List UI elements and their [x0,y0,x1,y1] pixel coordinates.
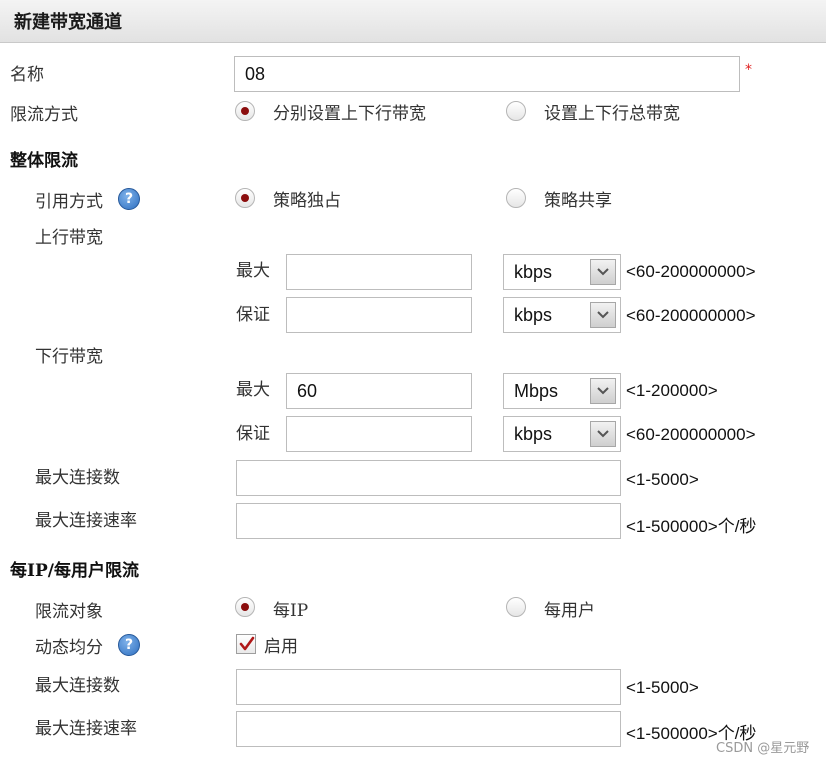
radio-separate-bandwidth[interactable] [235,101,255,121]
checkmark-icon [239,636,255,651]
per-ip-max-conn-label: 最大连接数 [35,676,120,696]
overall-max-conn-rate-input[interactable] [236,503,621,539]
overall-max-conn-rate-label: 最大连接速率 [35,511,137,531]
overall-max-conn-rate-range-hint: <1-500000>个/秒 [626,517,757,536]
down-guarantee-range-hint: <60-200000000> [626,425,756,444]
down-max-unit-value: Mbps [514,381,559,401]
up-max-unit-value: kbps [514,262,553,282]
down-max-unit-select[interactable]: Mbps [503,373,621,409]
radio-policy-exclusive[interactable] [235,188,255,208]
down-guarantee-unit-select[interactable]: kbps [503,416,621,452]
radio-per-ip-label: 每IP [273,601,309,621]
downstream-bandwidth-label: 下行带宽 [35,347,103,367]
overall-max-conn-range-hint: <1-5000> [626,470,699,489]
dynamic-share-enable-label: 启用 [264,637,298,657]
required-mark: * [745,62,752,78]
chevron-down-icon[interactable] [590,259,616,285]
down-max-input[interactable] [286,373,472,409]
help-icon[interactable]: ? [118,634,140,656]
help-icon[interactable]: ? [118,188,140,210]
limit-mode-label: 限流方式 [10,105,78,125]
chevron-down-icon[interactable] [590,302,616,328]
radio-policy-shared-label: 策略共享 [544,191,612,211]
radio-per-user-label: 每用户 [544,601,595,621]
per-ip-max-conn-range-hint: <1-5000> [626,678,699,697]
down-max-range-hint: <1-200000> [626,381,718,400]
chevron-down-icon[interactable] [590,421,616,447]
up-guarantee-input[interactable] [286,297,472,333]
radio-per-ip[interactable] [235,597,255,617]
radio-separate-bandwidth-label: 分别设置上下行带宽 [273,104,426,124]
limit-target-label: 限流对象 [35,602,103,622]
name-input[interactable] [234,56,740,92]
dialog-title: 新建带宽通道 [14,12,122,33]
overall-limit-section-title: 整体限流 [10,151,78,171]
radio-per-user[interactable] [506,597,526,617]
dynamic-share-checkbox[interactable] [236,634,256,654]
dynamic-share-label: 动态均分 [35,638,103,658]
radio-policy-exclusive-label: 策略独占 [273,191,341,211]
up-max-range-hint: <60-200000000> [626,262,756,281]
down-guarantee-input[interactable] [286,416,472,452]
per-ip-max-conn-input[interactable] [236,669,621,705]
radio-total-bandwidth[interactable] [506,101,526,121]
watermark: CSDN @星元野 [716,741,810,756]
up-guarantee-label: 保证 [236,305,270,325]
chevron-down-icon[interactable] [590,378,616,404]
overall-max-conn-label: 最大连接数 [35,468,120,488]
down-guarantee-unit-value: kbps [514,424,553,444]
up-guarantee-unit-value: kbps [514,305,553,325]
per-ip-user-section-title: 每IP/每用户限流 [10,561,139,581]
down-guarantee-label: 保证 [236,424,270,444]
dialog-header: 新建带宽通道 [0,0,826,43]
per-ip-max-conn-rate-label: 最大连接速率 [35,719,137,739]
up-max-unit-select[interactable]: kbps [503,254,621,290]
ref-mode-label: 引用方式 [35,192,103,212]
radio-policy-shared[interactable] [506,188,526,208]
up-guarantee-unit-select[interactable]: kbps [503,297,621,333]
up-max-input[interactable] [286,254,472,290]
radio-total-bandwidth-label: 设置上下行总带宽 [544,104,680,124]
overall-max-conn-input[interactable] [236,460,621,496]
name-label: 名称 [10,65,44,85]
up-max-label: 最大 [236,261,270,281]
per-ip-max-conn-rate-input[interactable] [236,711,621,747]
upstream-bandwidth-label: 上行带宽 [35,228,103,248]
up-guarantee-range-hint: <60-200000000> [626,306,756,325]
down-max-label: 最大 [236,380,270,400]
